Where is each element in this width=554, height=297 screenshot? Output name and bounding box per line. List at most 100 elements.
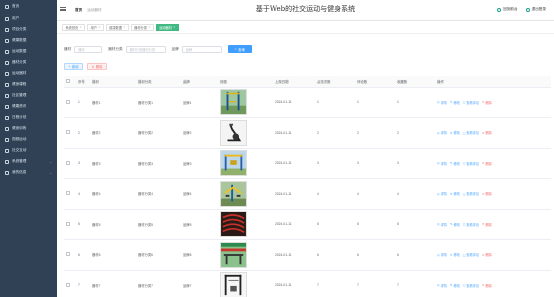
view-button[interactable]: ◎ 详情 — [437, 100, 447, 105]
sidebar-item[interactable]: 器材分类 — [0, 57, 57, 68]
view-comments-button[interactable]: ◻ 查看评论 — [463, 100, 479, 105]
delete-button[interactable]: ✕ 删除 — [482, 100, 492, 105]
view-comments-label: 查看评论 — [466, 192, 480, 197]
tag-item[interactable]: 器材分类 × — [130, 23, 154, 31]
eye-icon: ◎ — [437, 100, 440, 105]
close-icon[interactable]: × — [173, 25, 175, 29]
sidebar-item[interactable]: 健身训练 — [0, 123, 57, 134]
sidebar-item[interactable]: 视频运动 — [0, 134, 57, 145]
tag-label: 系统首页 — [65, 25, 79, 30]
sidebar-item[interactable]: 首页 — [0, 0, 57, 13]
edit-button[interactable]: ✎ 修改 — [450, 222, 460, 227]
delete-button[interactable]: ✕ 删除 — [482, 252, 492, 258]
sidebar-item[interactable]: 社交互动 — [0, 145, 57, 156]
sidebar-item[interactable]: 系统管理 ⌄ — [0, 156, 57, 167]
row-checkbox[interactable] — [66, 99, 70, 104]
edit-label: 修改 — [453, 131, 460, 136]
col-comments[interactable]: 评论数 — [355, 76, 395, 88]
category-search-input[interactable]: 器材分类器材分类 — [125, 45, 166, 53]
row-checkbox[interactable] — [66, 221, 70, 226]
tag-item[interactable]: 系统首页 × — [62, 23, 86, 31]
row-checkbox[interactable] — [66, 282, 70, 287]
brand-search-input[interactable]: 品牌 — [181, 45, 222, 53]
delete-button[interactable]: ✕ 删除 — [482, 222, 492, 227]
view-comments-button[interactable]: ◻ 查看评论 — [463, 283, 479, 288]
close-icon[interactable]: × — [98, 25, 100, 29]
sidebar-item[interactable]: 运动数据 — [0, 46, 57, 57]
col-favs[interactable]: 收藏数 — [395, 76, 435, 88]
view-comments-label: 查看评论 — [466, 253, 480, 258]
cover-image[interactable] — [220, 119, 247, 146]
equipment-search-input[interactable]: 器材 — [74, 45, 103, 53]
back-to-frontend-link[interactable]: 回到前台 — [497, 7, 518, 12]
col-clicks[interactable]: 点击次数 — [315, 76, 355, 88]
close-icon[interactable]: × — [148, 25, 150, 29]
search-button[interactable]: ⌕ 查询 — [227, 45, 252, 53]
sidebar-item-label: 社交互动 — [12, 148, 27, 152]
edit-label: 修改 — [453, 222, 460, 227]
home-icon — [5, 4, 9, 9]
edit-button[interactable]: ✎ 修改 — [450, 100, 460, 105]
row-checkbox[interactable] — [66, 252, 70, 257]
delete-button[interactable]: ✕ 删除 — [482, 161, 492, 166]
cell-date: 2024-01-11 — [273, 87, 315, 118]
sidebar-item[interactable]: 用户 — [0, 13, 57, 24]
view-button[interactable]: ◎ 详情 — [437, 222, 447, 227]
delete-button[interactable]: ✕ 删除 — [482, 191, 492, 197]
delete-button[interactable]: ✕ 删除 — [482, 283, 492, 288]
cell-cover — [218, 239, 273, 271]
col-date[interactable]: 上架日期 — [273, 76, 315, 88]
cover-image[interactable] — [220, 150, 247, 177]
edit-button[interactable]: ✎ 修改 — [450, 130, 460, 136]
edit-button[interactable]: ✎ 修改 — [450, 161, 460, 166]
equipment-table: 序号 器材 器材分类 品牌 封面 上架日期 点击次数 评论数 收藏数 操作 1器… — [64, 76, 551, 297]
batch-delete-button[interactable]: ✕ 删除 — [87, 63, 107, 70]
view-button[interactable]: ◎ 详情 — [437, 252, 447, 258]
add-button[interactable]: + 新增 — [64, 63, 84, 70]
view-comments-button[interactable]: ◻ 查看评论 — [463, 130, 479, 136]
search-button-label: 查询 — [238, 47, 245, 52]
view-button[interactable]: ◎ 详情 — [437, 161, 447, 166]
view-button[interactable]: ◎ 详情 — [437, 130, 447, 136]
eye-icon: ◎ — [437, 130, 440, 135]
cover-image[interactable] — [220, 211, 247, 238]
edit-button[interactable]: ✎ 修改 — [450, 252, 460, 258]
view-comments-button[interactable]: ◻ 查看评论 — [463, 222, 479, 227]
comment-icon: ◻ — [462, 283, 466, 288]
row-checkbox[interactable] — [66, 160, 70, 165]
tag-item[interactable]: 健康数据 × — [105, 23, 129, 31]
edit-button[interactable]: ✎ 修改 — [450, 283, 460, 288]
row-checkbox[interactable] — [66, 130, 70, 135]
cover-image[interactable] — [220, 89, 247, 116]
sidebar-item[interactable]: 项目分类 — [0, 24, 57, 35]
sidebar-item[interactable]: 社区管理 — [0, 90, 57, 101]
sidebar-item[interactable]: 健康资讯 — [0, 101, 57, 112]
view-button[interactable]: ◎ 详情 — [437, 191, 447, 197]
tag-item[interactable]: 用户 × — [87, 23, 104, 31]
sidebar-item[interactable]: 健身课程 — [0, 79, 57, 90]
close-icon[interactable]: × — [123, 25, 125, 29]
tag-item[interactable]: 运动器材 × — [155, 23, 179, 31]
logout-link[interactable]: 退出登录 — [525, 7, 546, 12]
view-comments-button[interactable]: ◻ 查看评论 — [463, 252, 480, 258]
view-comments-button[interactable]: ◻ 查看评论 — [463, 161, 479, 166]
close-icon[interactable]: × — [80, 25, 82, 29]
sidebar-item[interactable]: 日程计划 — [0, 112, 57, 123]
sidebar-item[interactable]: 健康数据 — [0, 35, 57, 46]
col-brand[interactable]: 品牌 — [181, 76, 218, 88]
cover-image[interactable] — [220, 180, 247, 207]
view-button[interactable]: ◎ 详情 — [437, 283, 447, 288]
sidebar-item-label: 社区管理 — [12, 93, 27, 97]
edit-button[interactable]: ✎ 修改 — [450, 191, 460, 197]
col-name[interactable]: 器材 — [90, 76, 136, 88]
col-category[interactable]: 器材分类 — [136, 76, 181, 88]
sidebar-item[interactable]: 运动器材 — [0, 68, 57, 79]
sidebar-item[interactable]: 我的信息 ⌄ — [0, 167, 57, 178]
cover-image[interactable] — [220, 241, 247, 268]
select-all-checkbox[interactable] — [66, 78, 70, 83]
row-checkbox[interactable] — [66, 191, 70, 196]
delete-button[interactable]: ✕ 删除 — [482, 130, 492, 136]
view-comments-button[interactable]: ◻ 查看评论 — [463, 191, 480, 197]
cover-image[interactable] — [220, 272, 247, 297]
edit-icon: ✎ — [449, 161, 453, 166]
